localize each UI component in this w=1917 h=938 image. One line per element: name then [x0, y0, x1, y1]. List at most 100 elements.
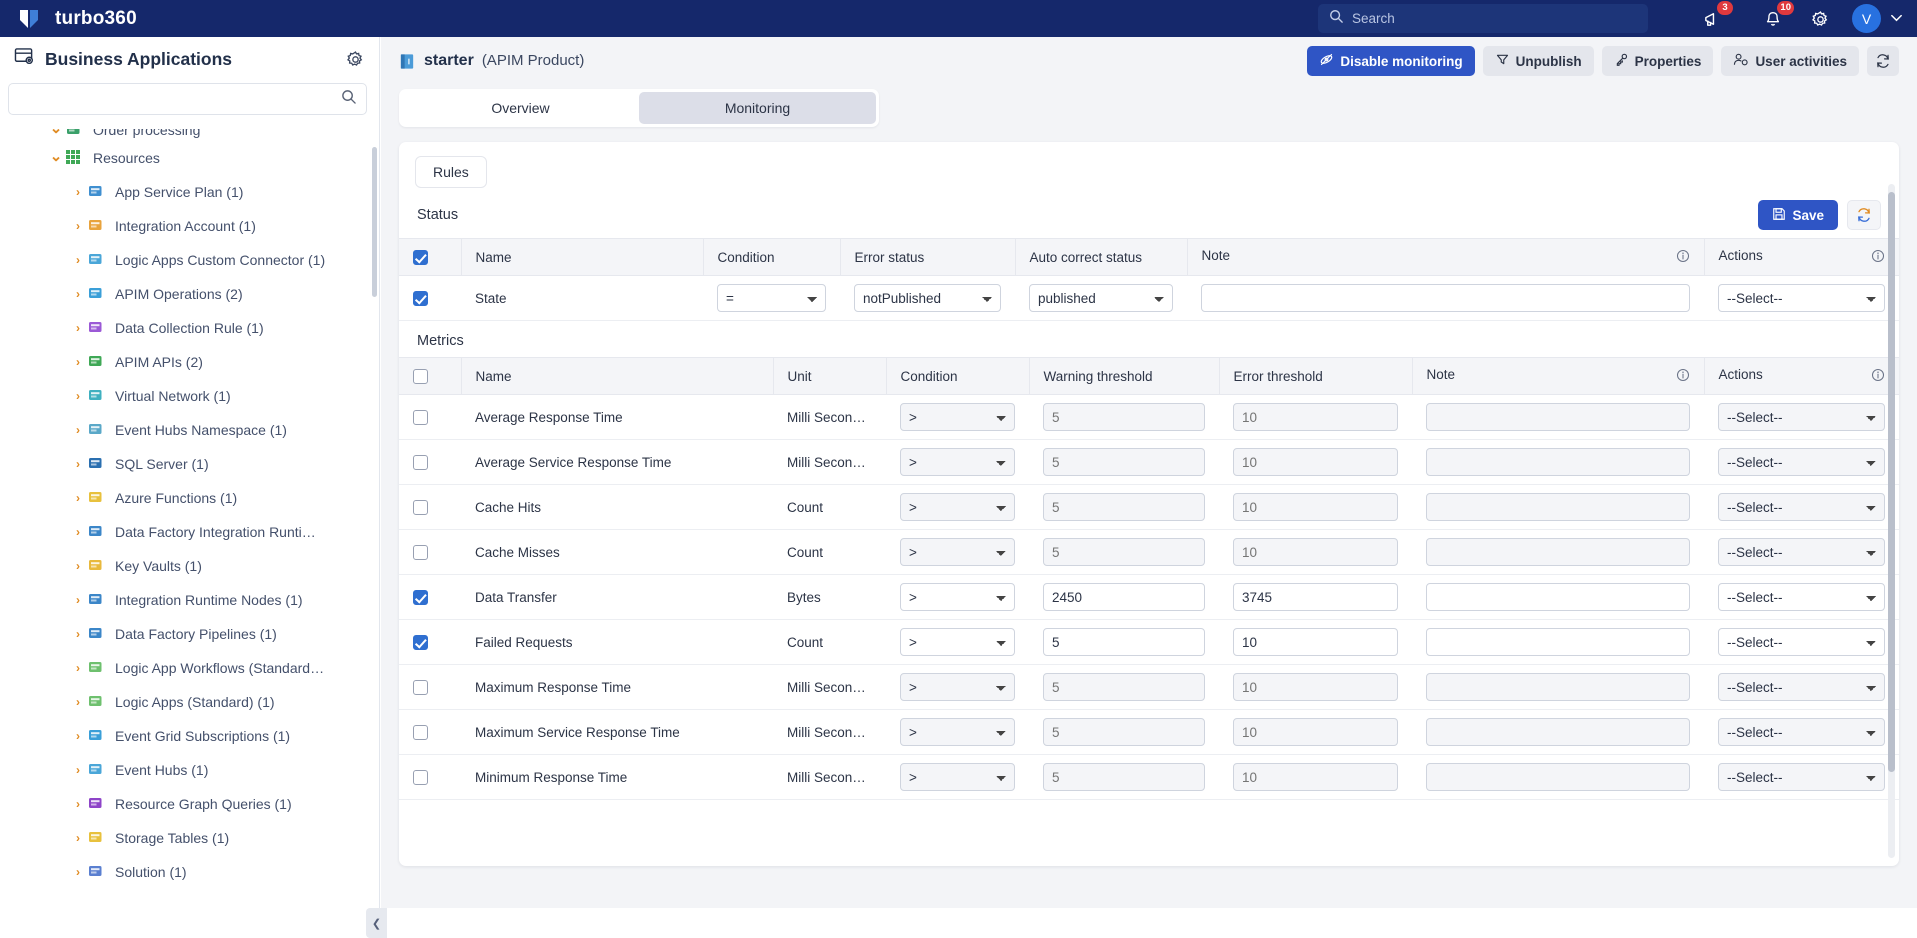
status-error-status-select[interactable]: notPublished [854, 284, 1001, 312]
metric-note-input[interactable] [1426, 583, 1690, 611]
metric-error-threshold-input[interactable] [1233, 673, 1398, 701]
metrics-row-checkbox[interactable] [413, 545, 428, 560]
chevron-right-icon[interactable]: › [68, 797, 88, 811]
metric-note-input[interactable] [1426, 718, 1690, 746]
chevron-right-icon[interactable]: › [68, 627, 88, 641]
info-icon[interactable] [1676, 368, 1690, 385]
chevron-right-icon[interactable]: › [68, 321, 88, 335]
tree-item-app-service-plan-1[interactable]: ›App Service Plan (1) [0, 175, 379, 209]
tab-monitoring[interactable]: Monitoring [639, 92, 876, 124]
metric-warning-threshold-input[interactable] [1043, 538, 1205, 566]
metric-error-threshold-input[interactable] [1233, 583, 1398, 611]
chevron-right-icon[interactable]: › [68, 219, 88, 233]
announcements-button[interactable]: 3 [1699, 6, 1725, 32]
chevron-down-icon[interactable]: ⌄ [46, 147, 66, 165]
metric-action-select[interactable]: --Select-- [1718, 538, 1885, 566]
tree-item-data-factory-integration-runti[interactable]: ›Data Factory Integration Runti… [0, 515, 379, 549]
metric-note-input[interactable] [1426, 538, 1690, 566]
tree-item-sql-server-1[interactable]: ›SQL Server (1) [0, 447, 379, 481]
metric-warning-threshold-input[interactable] [1043, 493, 1205, 521]
unpublish-button[interactable]: Unpublish [1483, 46, 1594, 76]
tree-item-resources[interactable]: ⌄Resources [0, 141, 379, 175]
metric-warning-threshold-input[interactable] [1043, 403, 1205, 431]
tree-item-apim-operations-2[interactable]: ›APIM Operations (2) [0, 277, 379, 311]
metrics-row-checkbox[interactable] [413, 680, 428, 695]
metric-error-threshold-input[interactable] [1233, 538, 1398, 566]
metrics-select-all-checkbox[interactable] [413, 369, 428, 384]
tab-overview[interactable]: Overview [402, 92, 639, 124]
metric-action-select[interactable]: --Select-- [1718, 493, 1885, 521]
tree-item-key-vaults-1[interactable]: ›Key Vaults (1) [0, 549, 379, 583]
metric-error-threshold-input[interactable] [1233, 628, 1398, 656]
card-scrollbar-thumb[interactable] [1888, 192, 1895, 772]
properties-button[interactable]: Properties [1602, 46, 1714, 76]
tree-item-virtual-network-1[interactable]: ›Virtual Network (1) [0, 379, 379, 413]
sidebar-search[interactable] [8, 83, 367, 115]
sidebar-settings-gear-icon[interactable] [346, 50, 365, 69]
tree-item-event-grid-subscriptions-1[interactable]: ›Event Grid Subscriptions (1) [0, 719, 379, 753]
tree-item-logic-apps-standard-1[interactable]: ›Logic Apps (Standard) (1) [0, 685, 379, 719]
status-note-input[interactable] [1201, 284, 1690, 312]
tree-item-integration-runtime-nodes-1[interactable]: ›Integration Runtime Nodes (1) [0, 583, 379, 617]
chevron-right-icon[interactable]: › [68, 763, 88, 777]
metric-condition-select[interactable]: > [900, 763, 1015, 791]
chevron-right-icon[interactable]: › [68, 525, 88, 539]
metric-warning-threshold-input[interactable] [1043, 583, 1205, 611]
brand[interactable]: turbo360 [18, 7, 137, 31]
metric-note-input[interactable] [1426, 628, 1690, 656]
metric-condition-select[interactable]: > [900, 583, 1015, 611]
tree-item-storage-tables-1[interactable]: ›Storage Tables (1) [0, 821, 379, 855]
chevron-right-icon[interactable]: › [68, 491, 88, 505]
metric-error-threshold-input[interactable] [1233, 403, 1398, 431]
status-select-all-checkbox[interactable] [413, 250, 428, 265]
chevron-right-icon[interactable]: › [68, 559, 88, 573]
sidebar-collapse-button[interactable]: ❮ [366, 908, 387, 938]
metric-condition-select[interactable]: > [900, 448, 1015, 476]
metrics-row-checkbox[interactable] [413, 590, 428, 605]
metric-note-input[interactable] [1426, 763, 1690, 791]
info-icon[interactable] [1871, 368, 1885, 385]
tree-item-data-factory-pipelines-1[interactable]: ›Data Factory Pipelines (1) [0, 617, 379, 651]
metric-action-select[interactable]: --Select-- [1718, 403, 1885, 431]
chevron-right-icon[interactable]: › [68, 865, 88, 879]
metrics-row-checkbox[interactable] [413, 770, 428, 785]
metric-action-select[interactable]: --Select-- [1718, 673, 1885, 701]
tree-item-event-hubs-namespace-1[interactable]: ›Event Hubs Namespace (1) [0, 413, 379, 447]
metric-condition-select[interactable]: > [900, 718, 1015, 746]
metric-note-input[interactable] [1426, 403, 1690, 431]
tree-item-order-processing[interactable]: ⌄Order processing [0, 129, 379, 141]
global-search[interactable] [1318, 4, 1648, 33]
chevron-right-icon[interactable]: › [68, 389, 88, 403]
metric-note-input[interactable] [1426, 673, 1690, 701]
chevron-right-icon[interactable]: › [68, 423, 88, 437]
status-condition-select[interactable]: = [717, 284, 826, 312]
metric-error-threshold-input[interactable] [1233, 448, 1398, 476]
sidebar-search-input[interactable] [19, 92, 341, 107]
chevron-right-icon[interactable]: › [68, 287, 88, 301]
tree-item-data-collection-rule-1[interactable]: ›Data Collection Rule (1) [0, 311, 379, 345]
notifications-button[interactable]: 10 [1760, 6, 1786, 32]
chevron-right-icon[interactable]: › [68, 661, 88, 675]
search-icon[interactable] [341, 89, 356, 109]
refresh-status-button[interactable] [1847, 200, 1881, 230]
chevron-right-icon[interactable]: › [68, 253, 88, 267]
metrics-row-checkbox[interactable] [413, 455, 428, 470]
sidebar-scrollbar-thumb[interactable] [372, 147, 377, 297]
status-auto-correct-select[interactable]: published [1029, 284, 1173, 312]
chevron-right-icon[interactable]: › [68, 355, 88, 369]
status-row-checkbox[interactable] [413, 291, 428, 306]
metrics-row-checkbox[interactable] [413, 410, 428, 425]
metric-action-select[interactable]: --Select-- [1718, 628, 1885, 656]
metric-condition-select[interactable]: > [900, 673, 1015, 701]
metric-error-threshold-input[interactable] [1233, 718, 1398, 746]
settings-gear-button[interactable] [1807, 6, 1833, 32]
refresh-page-button[interactable] [1867, 46, 1899, 76]
metrics-row-checkbox[interactable] [413, 725, 428, 740]
metric-error-threshold-input[interactable] [1233, 763, 1398, 791]
metric-condition-select[interactable]: > [900, 493, 1015, 521]
metric-error-threshold-input[interactable] [1233, 493, 1398, 521]
metric-action-select[interactable]: --Select-- [1718, 448, 1885, 476]
info-icon[interactable] [1871, 249, 1885, 266]
tree-item-integration-account-1[interactable]: ›Integration Account (1) [0, 209, 379, 243]
chevron-right-icon[interactable]: › [68, 457, 88, 471]
